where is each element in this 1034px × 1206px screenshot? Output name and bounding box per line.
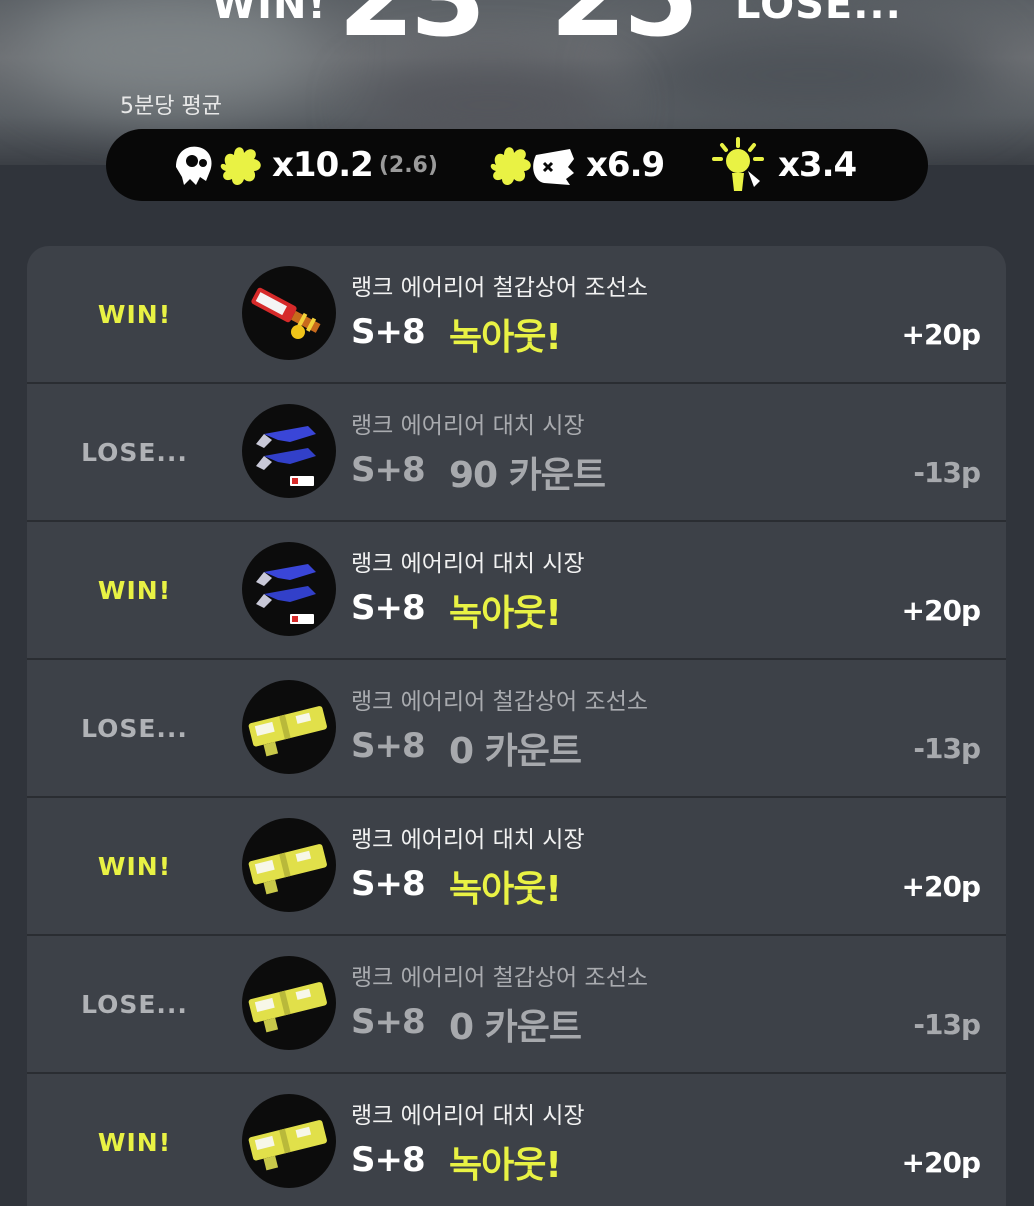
match-mode-stage: 랭크 에어리어 철갑상어 조선소	[351, 689, 649, 715]
match-points: -13p	[913, 456, 981, 489]
lose-count: 25	[550, 0, 699, 52]
match-rank: S+8	[351, 1140, 426, 1180]
yellow-blaster-weapon-icon	[242, 818, 336, 912]
match-row[interactable]: WIN! 랭크 에어리어 대치 시장 S+8 녹아웃! +20p	[27, 522, 1006, 660]
match-mode-stage: 랭크 에어리어 대치 시장	[351, 1103, 585, 1129]
match-result: LOSE...	[81, 989, 188, 1019]
match-rank: S+8	[351, 312, 426, 352]
match-outcome: 90 카운트	[449, 455, 606, 496]
match-result: WIN!	[97, 575, 172, 605]
yellow-blaster-weapon-icon	[242, 956, 336, 1050]
match-points: +20p	[901, 1146, 981, 1179]
yellow-blaster-weapon-icon	[242, 680, 336, 774]
win-label: WIN!	[212, 0, 327, 28]
match-row[interactable]: WIN! 랭크 에어리어 대치 시장 S+8 녹아웃! +20p	[27, 798, 1006, 936]
match-rank: S+8	[351, 726, 426, 766]
match-outcome: 녹아웃!	[449, 869, 562, 910]
match-mode-stage: 랭크 에어리어 철갑상어 조선소	[351, 275, 649, 301]
deaths-stat: x6.9	[484, 129, 665, 201]
splat-squid-down-icon	[490, 147, 574, 185]
kills-stat: x10.2 (2.6)	[170, 129, 438, 201]
deaths-value: x6.9	[586, 145, 665, 185]
match-rank: S+8	[351, 1002, 426, 1042]
match-mode-stage: 랭크 에어리어 철갑상어 조선소	[351, 965, 649, 991]
lose-label: LOSE...	[735, 0, 902, 28]
specials-value: x3.4	[778, 145, 857, 185]
assists-value: (2.6)	[378, 152, 438, 178]
match-outcome: 0 카운트	[449, 1007, 582, 1048]
match-points: +20p	[901, 870, 981, 903]
special-sun-icon	[712, 137, 764, 191]
win-count: 23	[338, 0, 487, 52]
match-outcome: 녹아웃!	[449, 1145, 562, 1186]
match-rank: S+8	[351, 864, 426, 904]
blue-dualie-weapon-icon	[242, 542, 336, 636]
match-rank: S+8	[351, 588, 426, 628]
match-result: LOSE...	[81, 437, 188, 467]
average-stats-bar: x10.2 (2.6) x6.9 x3.4	[106, 129, 928, 201]
match-mode-stage: 랭크 에어리어 대치 시장	[351, 413, 585, 439]
average-label: 5분당 평균	[120, 94, 222, 119]
match-points: -13p	[913, 732, 981, 765]
match-outcome: 녹아웃!	[449, 317, 562, 358]
kills-value: x10.2	[272, 145, 374, 185]
match-history-list: WIN! 랭크 에어리어 철갑상어 조선소 S+8 녹아웃! +20p LOSE... 랭크…	[27, 246, 1006, 1206]
match-points: +20p	[901, 594, 981, 627]
match-result: WIN!	[97, 851, 172, 881]
match-outcome: 0 카운트	[449, 731, 582, 772]
match-row[interactable]: WIN! 랭크 에어리어 철갑상어 조선소 S+8 녹아웃! +20p	[27, 246, 1006, 384]
match-points: -13p	[913, 1008, 981, 1041]
match-row[interactable]: WIN! 랭크 에어리어 대치 시장 S+8 녹아웃! +20p	[27, 1074, 1006, 1206]
match-mode-stage: 랭크 에어리어 대치 시장	[351, 551, 585, 577]
specials-stat: x3.4	[708, 129, 857, 201]
match-row[interactable]: LOSE... 랭크 에어리어 철갑상어 조선소 S+8 0 카운트 -13p	[27, 660, 1006, 798]
match-result: WIN!	[97, 1127, 172, 1157]
squid-splat-icon	[176, 146, 261, 185]
red-roller-weapon-icon	[242, 266, 336, 360]
match-outcome: 녹아웃!	[449, 593, 562, 634]
match-row[interactable]: LOSE... 랭크 에어리어 철갑상어 조선소 S+8 0 카운트 -13p	[27, 936, 1006, 1074]
match-result: WIN!	[97, 299, 172, 329]
blue-dualie-weapon-icon	[242, 404, 336, 498]
match-result: LOSE...	[81, 713, 188, 743]
match-points: +20p	[901, 318, 981, 351]
match-mode-stage: 랭크 에어리어 대치 시장	[351, 827, 585, 853]
match-row[interactable]: LOSE... 랭크 에어리어 대치 시장 S+8 90 카운트 -13p	[27, 384, 1006, 522]
match-rank: S+8	[351, 450, 426, 490]
yellow-blaster-weapon-icon	[242, 1094, 336, 1188]
score-summary: WIN! 23 25 LOSE...	[0, 0, 1034, 52]
